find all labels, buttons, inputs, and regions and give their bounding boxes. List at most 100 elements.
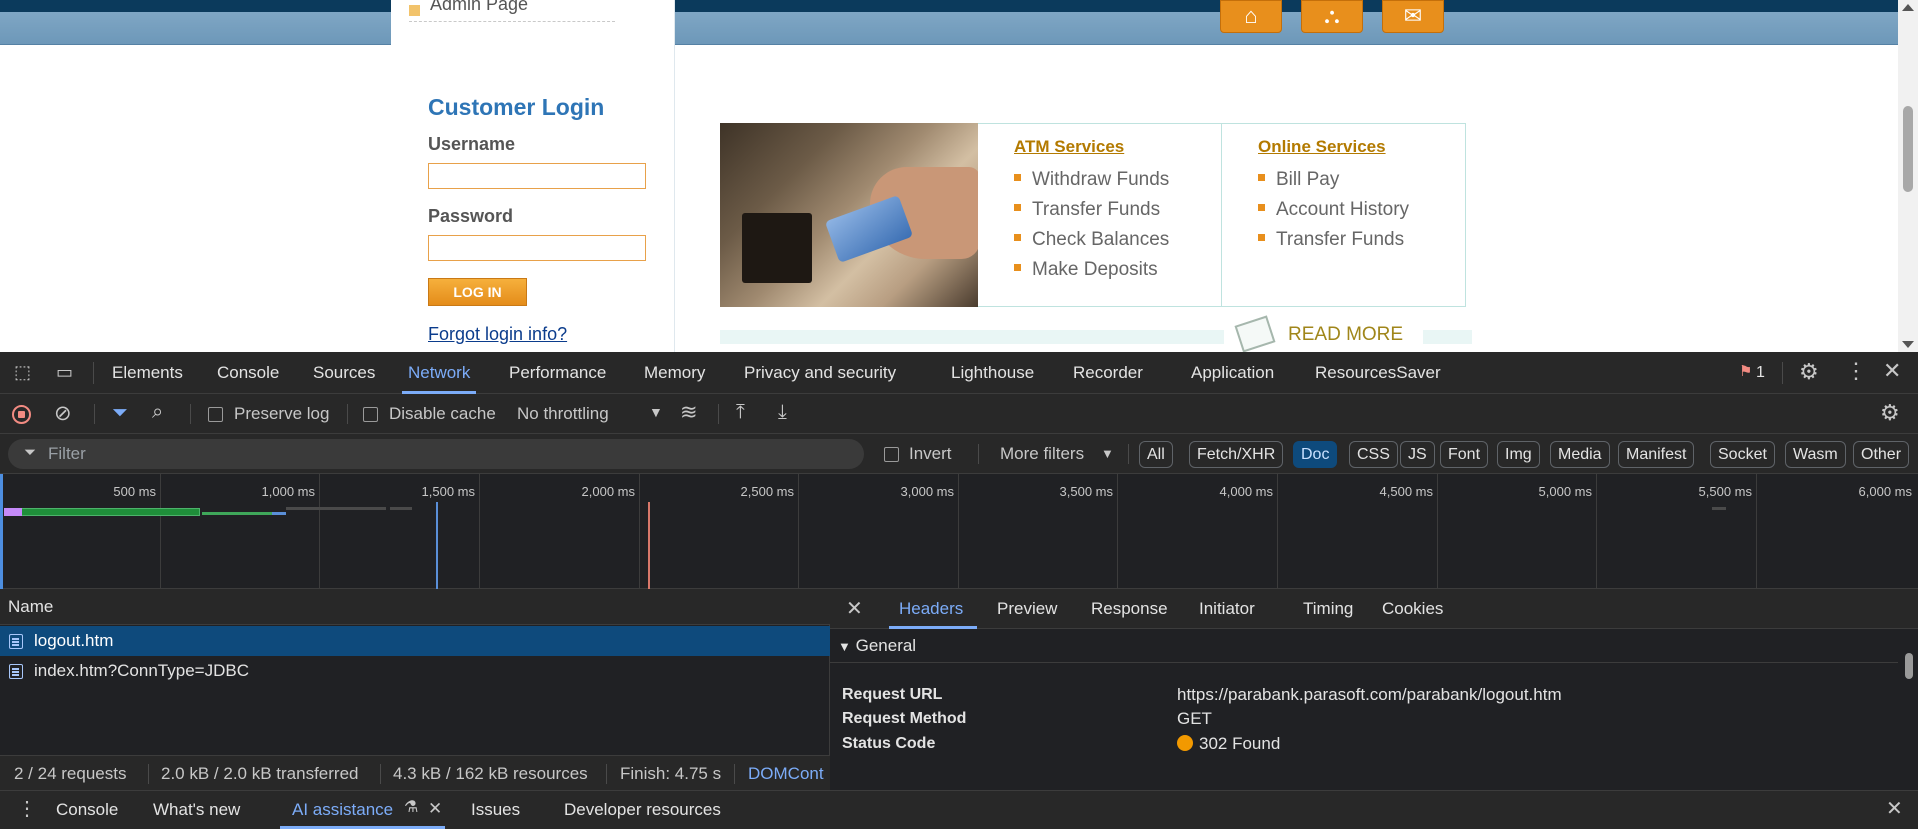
request-detail-pane: ✕ Headers Preview Response Initiator Tim… bbox=[830, 589, 1918, 790]
invert-checkbox[interactable] bbox=[884, 447, 899, 462]
invert-label[interactable]: Invert bbox=[909, 434, 952, 474]
close-devtools-icon[interactable]: ✕ bbox=[1883, 360, 1901, 382]
request-url-value: https://parabank.parasoft.com/parabank/l… bbox=[1177, 685, 1562, 704]
atm-service-item[interactable]: Transfer Funds bbox=[1014, 195, 1169, 225]
atm-service-item[interactable]: Withdraw Funds bbox=[1014, 165, 1169, 195]
tab-preview[interactable]: Preview bbox=[997, 589, 1057, 629]
more-options-icon[interactable]: ⋮ bbox=[1845, 360, 1867, 382]
online-service-item[interactable]: Account History bbox=[1258, 195, 1409, 225]
preserve-log-checkbox[interactable] bbox=[208, 407, 223, 422]
close-detail-icon[interactable]: ✕ bbox=[846, 599, 863, 619]
read-more-link[interactable]: READ MORE bbox=[1224, 315, 1424, 352]
devtools-panel: ⬚ ▭ Elements Console Sources Network Per… bbox=[0, 352, 1918, 829]
filter-type-socket[interactable]: Socket bbox=[1710, 441, 1775, 468]
devtools-drawer-bar: ⋮ Console What's new AI assistance ⚗ ✕ I… bbox=[0, 790, 1918, 829]
forgot-login-link[interactable]: Forgot login info? bbox=[428, 324, 567, 345]
search-icon[interactable]: ⌕ bbox=[152, 402, 163, 422]
filter-type-img[interactable]: Img bbox=[1497, 441, 1540, 468]
filter-type-wasm[interactable]: Wasm bbox=[1785, 441, 1846, 468]
detail-scrollbar[interactable] bbox=[1900, 629, 1918, 790]
drawer-tab-whats-new[interactable]: What's new bbox=[153, 791, 240, 829]
issues-flag-icon[interactable]: ⚑ bbox=[1739, 364, 1752, 379]
tab-cookies[interactable]: Cookies bbox=[1382, 589, 1443, 629]
close-tab-icon[interactable]: ✕ bbox=[428, 800, 442, 817]
inspect-element-icon[interactable]: ⬚ bbox=[14, 363, 31, 381]
disable-cache-label[interactable]: Disable cache bbox=[389, 394, 496, 434]
network-timeline-overview[interactable]: 500 ms 1,000 ms 1,500 ms 2,000 ms 2,500 … bbox=[0, 474, 1918, 589]
tab-memory[interactable]: Memory bbox=[644, 352, 705, 394]
login-button[interactable]: LOG IN bbox=[428, 278, 527, 306]
filter-type-manifest[interactable]: Manifest bbox=[1618, 441, 1695, 468]
export-har-icon[interactable]: ⤓ bbox=[778, 402, 787, 422]
username-input[interactable] bbox=[428, 163, 646, 189]
password-input[interactable] bbox=[428, 235, 646, 261]
device-toolbar-icon[interactable]: ▭ bbox=[56, 363, 73, 381]
filter-input[interactable]: ⏷ Filter bbox=[8, 439, 864, 469]
clear-icon[interactable]: ⊘ bbox=[54, 403, 72, 424]
scroll-down-icon[interactable] bbox=[1902, 341, 1914, 348]
filter-type-all[interactable]: All bbox=[1139, 441, 1173, 468]
network-settings-icon[interactable]: ⚙ bbox=[1880, 402, 1900, 424]
tab-resourcessaver[interactable]: ResourcesSaver bbox=[1315, 352, 1441, 394]
about-icon-button[interactable]: ⛬ bbox=[1301, 0, 1363, 33]
issues-count[interactable]: 1 bbox=[1756, 364, 1765, 382]
scroll-thumb[interactable] bbox=[1905, 653, 1913, 679]
tab-recorder[interactable]: Recorder bbox=[1073, 352, 1143, 394]
filter-type-other[interactable]: Other bbox=[1853, 441, 1910, 468]
scroll-thumb[interactable] bbox=[1903, 106, 1913, 192]
tab-headers[interactable]: Headers bbox=[888, 589, 978, 629]
request-row[interactable]: logout.htm bbox=[0, 626, 830, 656]
admin-page-link[interactable]: Admin Page bbox=[409, 0, 615, 22]
throttling-select[interactable]: No throttling bbox=[517, 394, 609, 434]
chevron-down-icon[interactable]: ▼ bbox=[649, 405, 663, 419]
filter-type-doc[interactable]: Doc bbox=[1293, 441, 1338, 468]
drawer-tab-developer-resources[interactable]: Developer resources bbox=[564, 791, 721, 829]
tab-network[interactable]: Network bbox=[401, 352, 477, 394]
close-drawer-icon[interactable]: ✕ bbox=[1886, 799, 1903, 819]
more-filters-dropdown[interactable]: More filters bbox=[1000, 434, 1084, 474]
filter-type-media[interactable]: Media bbox=[1550, 441, 1610, 468]
atm-service-item[interactable]: Check Balances bbox=[1014, 225, 1169, 255]
atm-service-item[interactable]: Make Deposits bbox=[1014, 255, 1169, 285]
request-row[interactable]: index.htm?ConnType=JDBC bbox=[0, 656, 830, 686]
home-icon-button[interactable]: ⌂ bbox=[1220, 0, 1282, 33]
filter-funnel-icon[interactable]: ⏷ bbox=[112, 403, 128, 423]
timeline-tick: 4,000 ms bbox=[1219, 484, 1273, 499]
tab-timing[interactable]: Timing bbox=[1303, 589, 1353, 629]
tab-response[interactable]: Response bbox=[1091, 589, 1168, 629]
preserve-log-label[interactable]: Preserve log bbox=[234, 394, 329, 434]
online-services-heading[interactable]: Online Services bbox=[1258, 137, 1386, 157]
chevron-down-icon[interactable]: ▼ bbox=[1101, 447, 1114, 460]
drawer-tab-ai-assistance[interactable]: AI assistance bbox=[279, 791, 446, 829]
network-conditions-icon[interactable]: ≋ bbox=[680, 402, 698, 423]
page-scrollbar[interactable] bbox=[1898, 0, 1918, 352]
drawer-menu-icon[interactable]: ⋮ bbox=[17, 799, 37, 819]
scroll-up-icon[interactable] bbox=[1902, 4, 1914, 11]
online-service-item[interactable]: Transfer Funds bbox=[1258, 225, 1409, 255]
record-stop-icon[interactable] bbox=[12, 405, 31, 424]
online-service-item[interactable]: Bill Pay bbox=[1258, 165, 1409, 195]
tab-application[interactable]: Application bbox=[1191, 352, 1274, 394]
contact-mail-icon-button[interactable]: ✉ bbox=[1382, 0, 1444, 33]
general-section-toggle[interactable]: ▼ General bbox=[830, 629, 1898, 663]
drawer-tab-console[interactable]: Console bbox=[56, 791, 118, 829]
atm-services-heading[interactable]: ATM Services bbox=[1014, 137, 1124, 157]
settings-gear-icon[interactable]: ⚙ bbox=[1799, 361, 1819, 383]
tab-elements[interactable]: Elements bbox=[112, 352, 183, 394]
tab-privacy-security[interactable]: Privacy and security bbox=[744, 352, 896, 394]
tab-performance[interactable]: Performance bbox=[509, 352, 606, 394]
import-har-icon[interactable]: ⤒ bbox=[736, 402, 745, 422]
filter-type-css[interactable]: CSS bbox=[1349, 441, 1398, 468]
timeline-tick: 5,500 ms bbox=[1698, 484, 1752, 499]
disable-cache-checkbox[interactable] bbox=[363, 407, 378, 422]
tab-sources[interactable]: Sources bbox=[313, 352, 375, 394]
tab-initiator[interactable]: Initiator bbox=[1199, 589, 1255, 629]
filter-type-js[interactable]: JS bbox=[1400, 441, 1435, 468]
tab-console[interactable]: Console bbox=[217, 352, 279, 394]
filter-type-font[interactable]: Font bbox=[1440, 441, 1489, 468]
drawer-tab-issues[interactable]: Issues bbox=[471, 791, 520, 829]
filter-type-fetch-xhr[interactable]: Fetch/XHR bbox=[1189, 441, 1284, 468]
column-header-name[interactable]: Name bbox=[0, 589, 830, 625]
tab-lighthouse[interactable]: Lighthouse bbox=[951, 352, 1034, 394]
status-code-value: 302 Found bbox=[1177, 734, 1280, 754]
